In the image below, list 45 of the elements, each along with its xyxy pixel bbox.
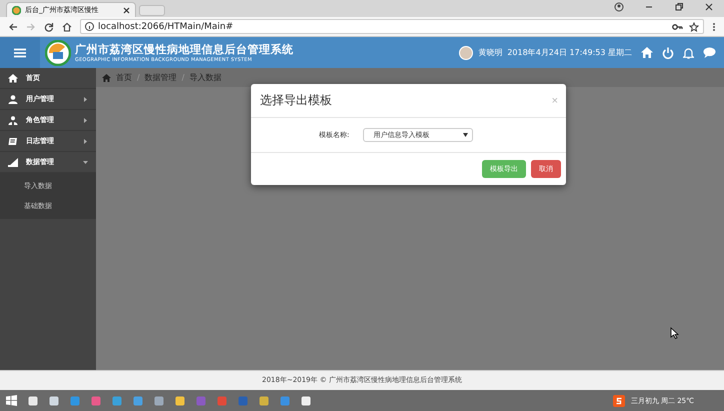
- app-icon[interactable]: [175, 396, 185, 406]
- breadcrumb-separator: /: [182, 73, 184, 82]
- modal-title: 选择导出模板: [260, 92, 332, 109]
- menu-button[interactable]: [0, 37, 40, 68]
- back-icon[interactable]: [8, 22, 18, 32]
- app-icon[interactable]: [28, 396, 38, 406]
- address-field[interactable]: localhost:2066/HTMain/Main#: [80, 19, 704, 34]
- caret-down-icon: [463, 133, 468, 137]
- close-icon[interactable]: [704, 2, 714, 12]
- more-icon[interactable]: [712, 22, 716, 32]
- chat-icon[interactable]: [703, 47, 716, 58]
- restore-icon[interactable]: [674, 2, 684, 12]
- logo-icon: [45, 40, 71, 66]
- system-title: 广州市荔湾区慢性病地理信息后台管理系统: [75, 42, 294, 57]
- key-icon[interactable]: [672, 22, 683, 30]
- star-icon[interactable]: [689, 22, 699, 32]
- home-icon: [8, 74, 18, 82]
- user-avatar[interactable]: [459, 46, 474, 60]
- app-icon[interactable]: [112, 396, 122, 406]
- windows-start-icon[interactable]: [6, 395, 17, 406]
- close-icon[interactable]: [123, 6, 130, 14]
- bell-icon[interactable]: [683, 46, 694, 58]
- app-icon[interactable]: [259, 396, 269, 406]
- input-method-icon[interactable]: [612, 394, 625, 406]
- signal-bars-icon: [8, 158, 18, 166]
- app-icon[interactable]: [133, 396, 143, 406]
- home-icon[interactable]: [62, 22, 72, 32]
- power-icon[interactable]: [662, 46, 674, 58]
- notebook-icon: [8, 136, 18, 146]
- breadcrumb-separator: /: [137, 73, 140, 82]
- user-group-icon: [8, 116, 18, 124]
- info-icon: [85, 22, 94, 31]
- menu-icon: [14, 48, 26, 58]
- reload-icon[interactable]: [44, 22, 54, 32]
- site-icon: [12, 6, 21, 14]
- date-time: 2018年4月24日 17:49:53 星期二: [507, 47, 632, 58]
- url-text: localhost:2066/HTMain/Main#: [98, 22, 234, 32]
- app-icon[interactable]: [154, 396, 164, 406]
- app-icon[interactable]: [49, 396, 59, 406]
- mouse-pointer-icon: [670, 327, 679, 339]
- home-icon: [102, 74, 111, 82]
- user-name: 黄晓明: [478, 47, 502, 58]
- app-icon[interactable]: [301, 396, 311, 406]
- user-icon: [8, 94, 18, 104]
- account-icon[interactable]: [614, 2, 624, 12]
